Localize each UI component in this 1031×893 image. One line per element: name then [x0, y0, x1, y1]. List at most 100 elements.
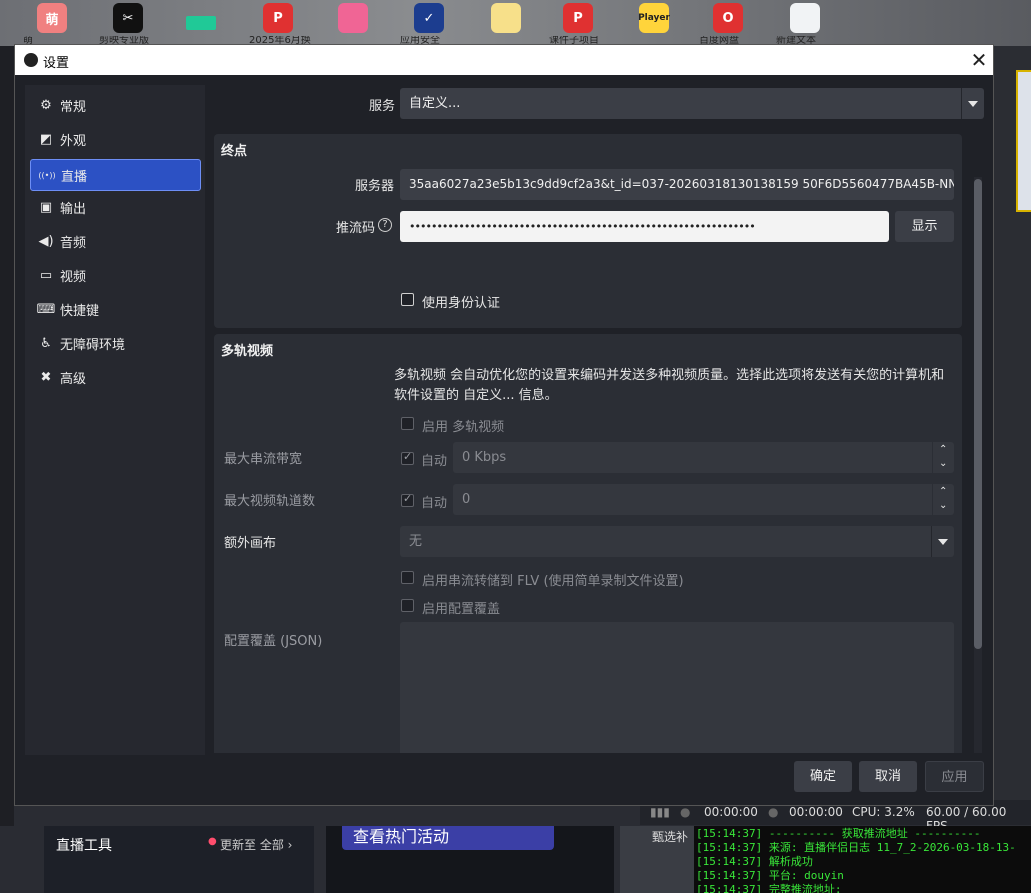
sidebar-item-label: 输出 [60, 201, 87, 217]
bitrate-spinner[interactable]: ⌃ ⌄ [932, 442, 954, 473]
sidebar-item-general[interactable]: ⚙ 常规 [30, 89, 201, 121]
update-link[interactable]: 更新至 全部 › [220, 836, 292, 853]
signal-icon: ▮▮▮ [650, 805, 670, 819]
shield-app-icon[interactable]: ✓ [414, 3, 444, 33]
flv-dump-checkbox[interactable] [401, 571, 414, 584]
speaker-icon: ◀) [38, 233, 54, 249]
chevron-up-icon[interactable]: ⌃ [939, 487, 949, 497]
config-json-textarea[interactable] [400, 622, 954, 753]
appearance-icon: ◩ [39, 131, 53, 147]
tracks-auto-checkbox[interactable] [401, 492, 414, 507]
service-label: 服务 [369, 99, 396, 114]
background-window-left [0, 46, 14, 826]
log-line: [15:14:37] 来源: 直播伴侣日志 11_7_2-2026-03-18-… [696, 841, 1016, 854]
service-select[interactable]: 自定义... [400, 88, 984, 119]
hot-activity-button[interactable]: 查看热门活动 [342, 826, 554, 850]
max-tracks-label: 最大视频轨道数 [224, 494, 316, 509]
capcut-app-icon[interactable]: ✂ [113, 3, 143, 33]
record-time: 00:00:00 [789, 805, 843, 819]
live-tools-panel: 直播工具 ● 更新至 全部 › [44, 826, 314, 893]
stream-time: 00:00:00 [704, 805, 758, 819]
green-app-icon[interactable] [186, 16, 216, 30]
multitrack-description: 多轨视频 会自动优化您的设置来编码并发送多种视频质量。选择此选项将发送有关您的计… [394, 368, 945, 403]
multitrack-title: 多轨视频 [221, 344, 274, 359]
rec-indicator-icon: ● [768, 805, 779, 819]
output-icon: ▣ [39, 199, 53, 215]
settings-scrollbar[interactable] [974, 177, 982, 753]
use-auth-label: 使用身份认证 [422, 296, 501, 311]
log-line: [15:14:37] 解析成功 [696, 855, 813, 868]
gear-icon: ⚙ [40, 97, 52, 113]
update-dot-icon: ● [208, 836, 217, 847]
sidebar-item-label: 外观 [60, 133, 87, 149]
config-json-label: 配置覆盖 (JSON) [224, 634, 323, 649]
player-app-icon[interactable]: Player [638, 3, 670, 33]
folder-app-icon[interactable] [491, 3, 521, 33]
flv-dump-label: 启用串流转储到 FLV (使用简单录制文件设置) [422, 574, 684, 589]
stream-key-input[interactable]: ••••••••••••••••••••••••••••••••••••••••… [400, 211, 889, 242]
selection-panel: 甄选补 [620, 826, 694, 893]
enable-multitrack-label: 启用 多轨视频 [422, 420, 505, 435]
extra-canvas-label: 额外画布 [224, 536, 277, 551]
sidebar-item-video[interactable]: ▭ 视频 [30, 259, 201, 291]
tools-icon: ✖ [40, 369, 52, 385]
log-console: [15:14:37] ---------- 获取推流地址 ---------- … [694, 826, 1031, 893]
monitor-icon: ▭ [39, 267, 53, 283]
extra-canvas-value: 无 [409, 534, 423, 549]
sidebar-item-audio[interactable]: ◀) 音频 [30, 225, 201, 257]
sidebar-item-stream[interactable]: ((•)) 直播 [30, 159, 201, 191]
bitrate-auto-checkbox[interactable] [401, 450, 414, 465]
chevron-down-icon[interactable]: ⌄ [939, 501, 949, 511]
server-input[interactable]: 35aa6027a23e5b13c9dd9cf2a3&t_id=037-2026… [400, 169, 954, 200]
apply-button[interactable]: 应用 [925, 761, 984, 792]
obs-logo-icon [24, 53, 38, 67]
extra-canvas-select[interactable]: 无 [400, 526, 954, 557]
enable-multitrack-checkbox[interactable] [401, 417, 414, 430]
settings-sidebar: ⚙ 常规 ◩ 外观 ((•)) 直播 ▣ 输出 ◀) 音频 ▭ 视频 ⌨ 快捷键… [25, 85, 205, 755]
cancel-button[interactable]: 取消 [859, 761, 917, 792]
server-label: 服务器 [355, 179, 395, 194]
help-icon[interactable]: ? [378, 218, 392, 232]
sidebar-item-output[interactable]: ▣ 输出 [30, 191, 201, 223]
pdf-app-icon-2[interactable]: P [563, 3, 593, 33]
sidebar-item-label: 无障碍环境 [60, 337, 126, 353]
config-override-checkbox[interactable] [401, 599, 414, 612]
show-key-button[interactable]: 显示 [895, 211, 954, 242]
sidebar-item-label: 视频 [60, 269, 87, 285]
endpoint-title: 终点 [221, 144, 248, 159]
desktop-icon-bar: 萌 ✂ P ✓ P Player O 萌剪映专业版 2025年6月换 应用安全 课件子… [0, 0, 1031, 46]
doc-app-icon[interactable] [790, 3, 820, 33]
live-tools-title: 直播工具 [56, 838, 112, 854]
close-button[interactable]: ✕ [967, 48, 991, 72]
red-app-icon[interactable]: O [713, 3, 743, 33]
sidebar-item-label: 快捷键 [60, 303, 100, 319]
max-tracks-input[interactable]: 0 ⌃ ⌄ [453, 484, 954, 515]
chevron-up-icon[interactable]: ⌃ [939, 445, 949, 455]
dialog-title: 设置 [43, 56, 70, 71]
service-value: 自定义... [409, 96, 461, 111]
pdf-app-icon[interactable]: P [263, 3, 293, 33]
tracks-spinner[interactable]: ⌃ ⌄ [932, 484, 954, 515]
multitrack-group: 多轨视频 多轨视频 会自动优化您的设置来编码并发送多种视频质量。选择此选项将发送… [214, 334, 962, 753]
sidebar-item-advanced[interactable]: ✖ 高级 [30, 361, 201, 393]
use-auth-checkbox[interactable] [401, 293, 414, 306]
tracks-auto-label: 自动 [421, 496, 448, 511]
chevron-down-icon [931, 526, 954, 557]
scrollbar-thumb[interactable] [974, 179, 982, 649]
chevron-down-icon[interactable]: ⌄ [939, 459, 949, 469]
background-preview-frame [1016, 70, 1031, 212]
meng-app-icon[interactable]: 萌 [37, 3, 67, 33]
eraser-app-icon[interactable] [338, 3, 368, 33]
broadcast-icon: ((•)) [38, 170, 56, 180]
settings-dialog: 设置 ✕ ⚙ 常规 ◩ 外观 ((•)) 直播 ▣ 输出 ◀) 音频 ▭ 视频 … [14, 44, 994, 806]
sidebar-item-accessibility[interactable]: ♿ 无障碍环境 [30, 327, 201, 359]
log-line: [15:14:37] ---------- 获取推流地址 ---------- [696, 827, 981, 840]
selection-label[interactable]: 甄选补 [652, 828, 688, 845]
config-override-label: 启用配置覆盖 [422, 602, 501, 617]
sidebar-item-appearance[interactable]: ◩ 外观 [30, 123, 201, 155]
sidebar-item-label: 直播 [61, 169, 88, 185]
keyboard-icon: ⌨ [36, 301, 56, 317]
sidebar-item-hotkeys[interactable]: ⌨ 快捷键 [30, 293, 201, 325]
max-bitrate-input[interactable]: 0 Kbps ⌃ ⌄ [453, 442, 954, 473]
ok-button[interactable]: 确定 [794, 761, 852, 792]
